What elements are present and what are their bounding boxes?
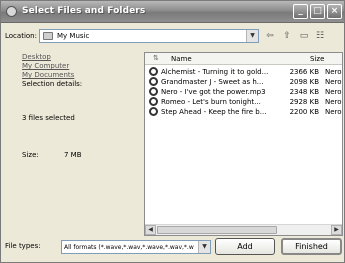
folder-icon xyxy=(43,32,53,40)
size-label: Size: xyxy=(22,151,39,159)
chevron-down-icon[interactable]: ▼ xyxy=(198,241,210,253)
list-item[interactable]: Step Ahead - Keep the fire b... 2200 KB … xyxy=(145,107,342,117)
chevron-down-icon[interactable]: ▼ xyxy=(246,30,258,42)
file-extra: Nerol xyxy=(325,108,342,116)
finished-button[interactable]: Finished xyxy=(281,238,342,255)
minimize-icon[interactable]: _ xyxy=(293,4,308,19)
file-types-label: File types: xyxy=(5,242,41,250)
select-files-window: Select Files and Folders _ □ × Location:… xyxy=(0,0,345,263)
close-icon[interactable]: × xyxy=(327,4,342,19)
back-icon[interactable]: ⇦ xyxy=(264,30,276,42)
file-extra: Nerol xyxy=(325,98,342,106)
horizontal-scrollbar[interactable]: ◀ ▶ xyxy=(145,224,342,235)
file-size: 2366 KB xyxy=(289,68,319,76)
audio-file-icon xyxy=(149,97,158,106)
file-name: Step Ahead - Keep the fire b... xyxy=(161,108,267,116)
title-bar[interactable]: Select Files and Folders _ □ × xyxy=(1,1,344,23)
audio-file-icon xyxy=(149,107,158,116)
list-item[interactable]: Alchemist - Turning it to gold... 2366 K… xyxy=(145,67,342,77)
view-menu-icon[interactable]: ☷ xyxy=(314,30,326,42)
file-list[interactable]: ⇅ Name Size Alchemist - Turning it to go… xyxy=(144,52,343,236)
file-extra: Nerol xyxy=(325,88,342,96)
file-types-value: All formats (*.wave,*.wav,*.wave,*.wav,*… xyxy=(64,244,194,251)
location-select[interactable]: My Music ▼ xyxy=(39,29,259,43)
file-size: 2928 KB xyxy=(289,98,319,106)
file-name: Alchemist - Turning it to gold... xyxy=(161,68,269,76)
file-name: Nero - I've got the power.mp3 xyxy=(161,88,266,96)
window-title: Select Files and Folders xyxy=(22,6,146,16)
scroll-right-icon[interactable]: ▶ xyxy=(331,225,342,235)
selection-count: 3 files selected xyxy=(22,114,75,122)
file-extra: Nerol xyxy=(325,68,342,76)
add-button[interactable]: Add xyxy=(215,238,275,255)
file-name: Romeo - Let's burn tonight... xyxy=(161,98,261,106)
list-item[interactable]: Nero - I've got the power.mp3 2348 KB Ne… xyxy=(145,87,342,97)
sort-icon[interactable]: ⇅ xyxy=(153,54,159,62)
location-value: My Music xyxy=(57,32,90,40)
scroll-left-icon[interactable]: ◀ xyxy=(145,225,156,235)
tree-item-my-computer[interactable]: My Computer xyxy=(22,62,69,70)
list-item[interactable]: Romeo - Let's burn tonight... 2928 KB Ne… xyxy=(145,97,342,107)
audio-file-icon xyxy=(149,67,158,76)
audio-file-icon xyxy=(149,77,158,86)
file-size: 2200 KB xyxy=(289,108,319,116)
location-label: Location: xyxy=(5,32,37,40)
column-size[interactable]: Size xyxy=(310,55,324,63)
maximize-icon[interactable]: □ xyxy=(310,4,325,19)
list-item[interactable]: Grandmaster J - Sweet as h... 2098 KB Ne… xyxy=(145,77,342,87)
tree-item-my-documents[interactable]: My Documents xyxy=(22,71,74,79)
app-icon xyxy=(6,6,17,17)
tree-item-desktop[interactable]: Desktop xyxy=(22,53,51,61)
file-name: Grandmaster J - Sweet as h... xyxy=(161,78,264,86)
selection-panel: Desktop My Computer My Documents Selecti… xyxy=(20,51,140,231)
file-size: 2348 KB xyxy=(289,88,319,96)
location-bar: Location: My Music ▼ ⇦ ⇧ ▭ ☷ xyxy=(1,27,344,45)
footer-bar: File types: All formats (*.wave,*.wav,*.… xyxy=(1,237,344,261)
up-folder-icon[interactable]: ⇧ xyxy=(281,30,293,42)
list-header: ⇅ Name Size xyxy=(145,53,342,65)
new-folder-icon[interactable]: ▭ xyxy=(298,30,310,42)
file-size: 2098 KB xyxy=(289,78,319,86)
scroll-thumb[interactable] xyxy=(157,226,277,234)
column-name[interactable]: Name xyxy=(171,55,192,63)
selection-details-label: Selection details: xyxy=(22,80,83,88)
file-extra: Nerol xyxy=(325,78,342,86)
audio-file-icon xyxy=(149,87,158,96)
file-types-select[interactable]: All formats (*.wave,*.wav,*.wave,*.wav,*… xyxy=(61,240,211,254)
size-value: 7 MB xyxy=(64,151,82,159)
